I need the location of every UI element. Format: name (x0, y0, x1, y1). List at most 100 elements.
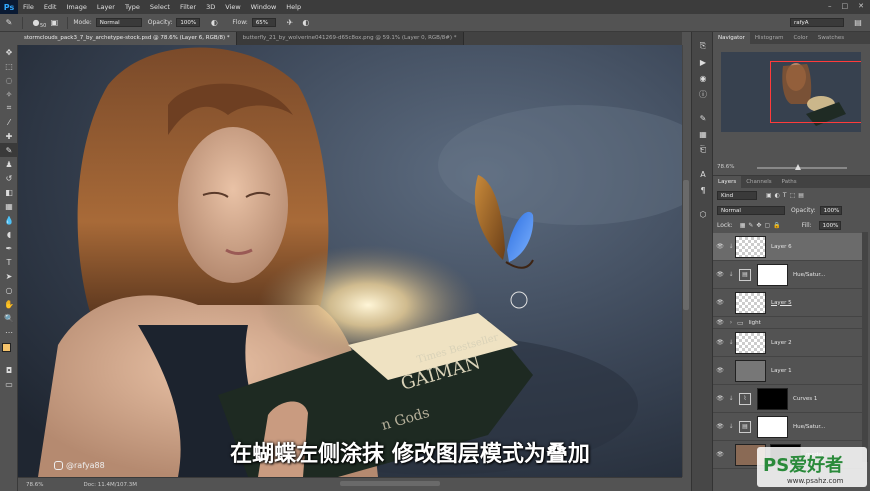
filter-shape-icon[interactable]: ⬚ (790, 192, 796, 199)
visibility-eye-icon[interactable]: 👁 (713, 395, 727, 402)
tab-layers[interactable]: Layers (713, 176, 742, 188)
filter-type-icon[interactable]: T (783, 192, 787, 199)
layer-row[interactable]: 👁 ↓ ▤ Hue/Satur... (713, 261, 863, 289)
3d-panel-icon[interactable]: ⬡ (692, 206, 714, 222)
layer-name[interactable]: Layer 6 (771, 244, 792, 250)
navigator-thumbnail[interactable] (721, 52, 861, 132)
tab-swatches[interactable]: Swatches (813, 32, 849, 44)
fill-field[interactable]: 100% (818, 221, 841, 230)
lock-move-icon[interactable]: ✥ (756, 222, 761, 229)
layer-row[interactable]: 👁 ↓ ⌇ Curves 1 (713, 385, 863, 413)
hand-tool-icon[interactable]: ✋ (0, 297, 18, 311)
tab-navigator[interactable]: Navigator (713, 32, 750, 44)
navigator-zoom[interactable]: 78.6% (717, 164, 734, 170)
zoom-tool-icon[interactable]: 🔍 (0, 311, 18, 325)
pressure-size-icon[interactable]: ◐ (301, 18, 311, 28)
move-tool-icon[interactable]: ✥ (0, 45, 18, 59)
paragraph-panel-icon[interactable]: ¶ (692, 182, 714, 198)
navigator-zoom-slider[interactable] (757, 167, 847, 169)
foreground-color[interactable] (2, 343, 11, 352)
gradient-tool-icon[interactable]: ▦ (0, 199, 18, 213)
layer-row[interactable]: 👁 ↓ ▤ Hue/Satur... (713, 413, 863, 441)
layer-row[interactable]: 👁 ↓ Layer 6 (713, 233, 863, 261)
menu-type[interactable]: Type (120, 3, 145, 11)
layers-scrollbar[interactable] (862, 232, 868, 462)
quick-select-tool-icon[interactable]: ✧ (0, 87, 18, 101)
history-brush-icon[interactable]: ↺ (0, 171, 18, 185)
blend-mode-select[interactable]: Normal (717, 206, 785, 215)
mode-select[interactable]: Normal (95, 18, 142, 27)
more-tools-icon[interactable]: ⋯ (0, 325, 18, 339)
menu-filter[interactable]: Filter (175, 3, 201, 11)
layer-opacity-field[interactable]: 100% (819, 206, 842, 215)
visibility-eye-icon[interactable]: 👁 (713, 451, 727, 458)
screen-mode-icon[interactable]: ▭ (0, 377, 18, 391)
type-tool-icon[interactable]: T (0, 255, 18, 269)
visibility-eye-icon[interactable]: 👁 (713, 423, 727, 430)
vertical-scroll-thumb[interactable] (683, 180, 689, 310)
menu-file[interactable]: File (18, 3, 39, 11)
lasso-tool-icon[interactable]: ◌ (0, 73, 18, 87)
menu-help[interactable]: Help (281, 3, 306, 11)
healing-tool-icon[interactable]: ✚ (0, 129, 18, 143)
shape-tool-icon[interactable]: ○ (0, 283, 18, 297)
lock-all-icon[interactable]: 🔒 (773, 222, 780, 229)
filter-adjust-icon[interactable]: ◐ (775, 192, 780, 199)
menu-select[interactable]: Select (145, 3, 175, 11)
marquee-tool-icon[interactable]: ⬚ (0, 59, 18, 73)
navigator-view-box[interactable] (770, 61, 861, 123)
maximize-icon[interactable]: □ (842, 2, 849, 10)
lock-artboard-icon[interactable]: ▢ (764, 222, 770, 229)
brush-panel-icon[interactable]: ✎ (692, 110, 714, 126)
visibility-eye-icon[interactable]: 👁 (713, 319, 727, 326)
tab-paths[interactable]: Paths (777, 176, 802, 188)
crop-tool-icon[interactable]: ⌗ (0, 101, 18, 115)
group-name[interactable]: light (749, 320, 761, 326)
visibility-eye-icon[interactable]: 👁 (713, 243, 727, 250)
path-select-icon[interactable]: ➤ (0, 269, 18, 283)
layer-kind-filter[interactable]: Kind (717, 191, 757, 200)
pressure-opacity-icon[interactable]: ◐ (209, 18, 219, 28)
quick-mask-icon[interactable]: ◘ (0, 363, 18, 377)
menu-edit[interactable]: Edit (39, 3, 62, 11)
tab-channels[interactable]: Channels (741, 176, 776, 188)
menu-view[interactable]: View (220, 3, 245, 11)
layer-name[interactable]: Hue/Satur... (793, 424, 825, 430)
layer-row[interactable]: 👁 Layer 1 (713, 357, 863, 385)
layer-name[interactable]: Layer 2 (771, 340, 792, 346)
horizontal-scroll-thumb[interactable] (340, 481, 440, 486)
layer-row[interactable]: 👁 ↓ Layer 2 (713, 329, 863, 357)
expand-arrow-icon[interactable]: › (727, 319, 735, 326)
menu-3d[interactable]: 3D (201, 3, 220, 11)
group-row[interactable]: 👁 › ▭ light (713, 317, 863, 329)
lock-paint-icon[interactable]: ✎ (748, 222, 753, 229)
filter-smart-icon[interactable]: ▤ (798, 192, 804, 199)
lock-pixels-icon[interactable]: ▦ (740, 222, 746, 229)
info-panel-icon[interactable]: ⓘ (692, 86, 714, 102)
layer-row[interactable]: 👁 Layer 5 (713, 289, 863, 317)
menu-window[interactable]: Window (246, 3, 282, 11)
brush-panel-icon[interactable]: ▣ (49, 18, 59, 28)
blur-tool-icon[interactable]: 💧 (0, 213, 18, 227)
stamp-tool-icon[interactable]: ♟ (0, 157, 18, 171)
visibility-eye-icon[interactable]: 👁 (713, 271, 727, 278)
eraser-tool-icon[interactable]: ◧ (0, 185, 18, 199)
brush-tool-icon[interactable]: ✎ (0, 143, 18, 157)
doc-tab-butterfly[interactable]: butterfly_21_by_wolverine041269-d65c8ox.… (236, 32, 464, 45)
color-panel-icon[interactable]: ◉ (692, 70, 714, 86)
visibility-eye-icon[interactable]: 👁 (713, 367, 727, 374)
clone-source-icon[interactable]: ⎗ (692, 142, 714, 158)
brush-presets-icon[interactable]: ▦ (692, 126, 714, 142)
filter-pixel-icon[interactable]: ▣ (766, 192, 772, 199)
eyedropper-tool-icon[interactable]: ⁄ (0, 115, 18, 129)
menu-image[interactable]: Image (61, 3, 91, 11)
zoom-level[interactable]: 78.6% (26, 482, 43, 488)
close-icon[interactable]: ✕ (858, 2, 864, 10)
doc-tab-stormclouds[interactable]: stormclouds_pack3_7_by_archetype-stock.p… (18, 32, 237, 45)
airbrush-icon[interactable]: ✈ (285, 18, 295, 28)
minimize-icon[interactable]: – (828, 2, 832, 10)
visibility-eye-icon[interactable]: 👁 (713, 339, 727, 346)
flow-field[interactable]: 65% (251, 18, 276, 27)
dodge-tool-icon[interactable]: ◖ (0, 227, 18, 241)
document-canvas[interactable]: Times Bestseller GAIMAN n Gods (18, 45, 682, 477)
